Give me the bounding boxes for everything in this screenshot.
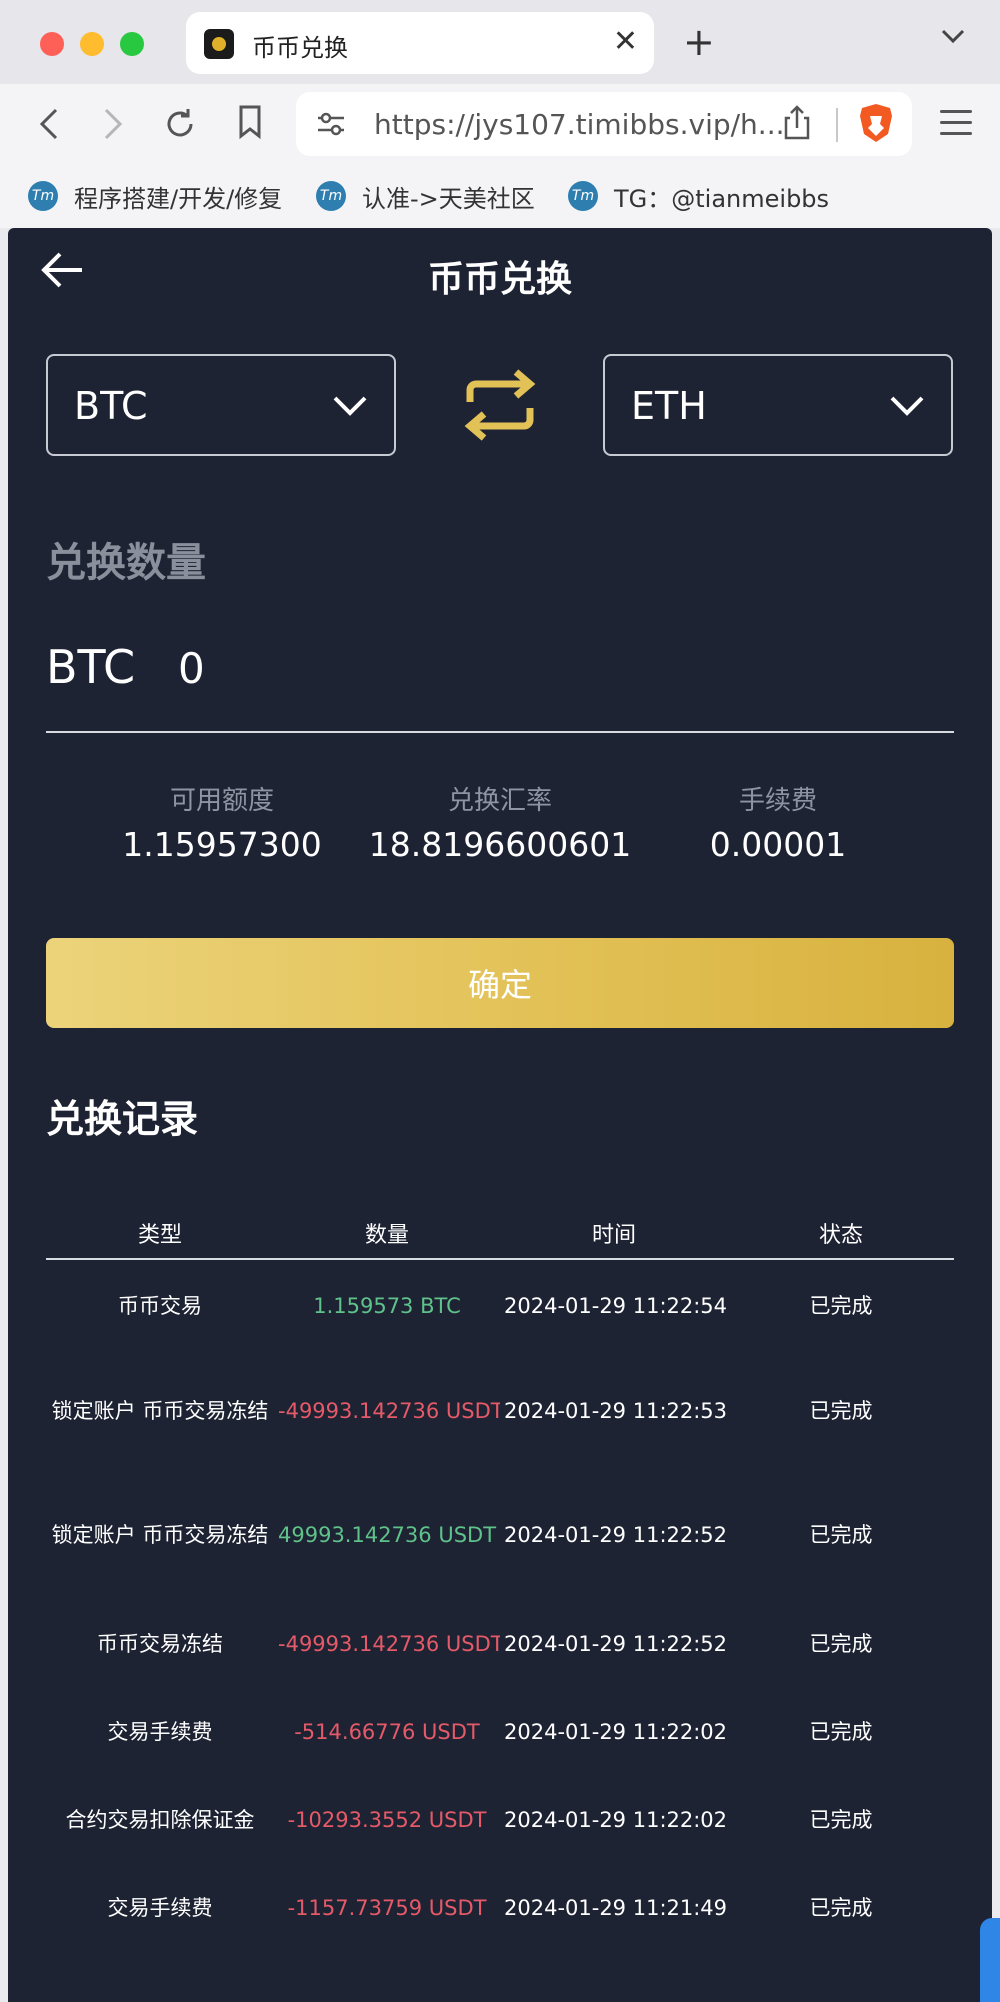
- site-favicon-icon: [204, 29, 234, 59]
- bookmark-item[interactable]: Tm 认准->天美社区: [316, 178, 535, 214]
- available-balance: 可用额度 1.15957300: [72, 780, 372, 864]
- table-row: 锁定账户 币币交易冻结 -49993.142736 USDT 2024-01-2…: [46, 1352, 954, 1470]
- table-row: 合约交易扣除保证金 -10293.3552 USDT 2024-01-29 11…: [46, 1776, 954, 1864]
- exchange-rate: 兑换汇率 18.8196600601: [350, 780, 650, 864]
- record-type: 合约交易扣除保证金: [65, 1808, 255, 1832]
- bookmark-favicon-icon: Tm: [316, 181, 346, 211]
- stat-label: 可用额度: [169, 786, 274, 816]
- record-type: 币币交易: [118, 1294, 202, 1318]
- brave-shields-icon[interactable]: [858, 102, 894, 144]
- from-currency-value: BTC: [74, 384, 148, 428]
- browser-titlebar: 币币兑换 ✕ +: [0, 0, 1000, 84]
- close-window-button[interactable]: [40, 32, 64, 56]
- record-status: 已完成: [809, 1720, 873, 1744]
- to-currency-select[interactable]: ETH: [603, 354, 953, 456]
- share-icon[interactable]: [782, 104, 812, 142]
- record-status: 已完成: [809, 1632, 873, 1656]
- forward-chevron-icon[interactable]: [98, 104, 128, 144]
- record-type: 交易手续费: [107, 1720, 213, 1744]
- stat-value: 0.00001: [709, 825, 847, 864]
- chevron-down-icon: [333, 396, 367, 416]
- table-row: 锁定账户 币币交易冻结 49993.142736 USDT 2024-01-29…: [46, 1470, 954, 1600]
- record-time: 2024-01-29 11:22:54: [504, 1294, 728, 1318]
- bookmark-favicon-icon: Tm: [568, 181, 598, 211]
- browser-toolbar: https://jys107.timibbs.vip/h...: [0, 84, 1000, 164]
- column-header: 状态: [818, 1223, 863, 1248]
- bookmark-label: 程序搭建/开发/修复: [74, 184, 283, 213]
- records-title: 兑换记录: [46, 1097, 199, 1141]
- tab-title: 币币兑换: [252, 34, 348, 62]
- stat-label: 兑换汇率: [447, 786, 552, 816]
- records-table: 类型 数量 时间 状态 币币交易 1.159573 BTC 2024-01-29…: [46, 1208, 954, 1952]
- bookmark-label: TG：@tianmeibbs: [614, 184, 830, 213]
- record-type: 锁定账户 币币交易冻结: [51, 1399, 269, 1423]
- address-bar[interactable]: https://jys107.timibbs.vip/h...: [296, 92, 912, 156]
- amount-input[interactable]: [178, 638, 678, 698]
- reload-icon[interactable]: [162, 106, 198, 142]
- page-title: 币币兑换: [427, 259, 572, 300]
- record-time: 2024-01-29 11:21:49: [504, 1896, 728, 1920]
- bookmark-label: 认准->天美社区: [362, 184, 535, 213]
- to-currency-value: ETH: [631, 384, 707, 428]
- table-row: 币币交易冻结 -49993.142736 USDT 2024-01-29 11:…: [46, 1600, 954, 1688]
- column-header: 类型: [137, 1223, 182, 1248]
- record-time: 2024-01-29 11:22:52: [504, 1632, 728, 1656]
- record-type: 币币交易冻结: [97, 1632, 223, 1656]
- record-time: 2024-01-29 11:22:02: [504, 1808, 728, 1832]
- column-header: 时间: [591, 1223, 636, 1248]
- swap-currencies-icon[interactable]: [458, 364, 542, 446]
- record-time: 2024-01-29 11:22:53: [504, 1399, 728, 1423]
- record-status: 已完成: [809, 1399, 873, 1423]
- zoom-window-button[interactable]: [120, 32, 144, 56]
- record-status: 已完成: [809, 1808, 873, 1832]
- new-tab-plus-icon[interactable]: +: [683, 20, 715, 64]
- record-status: 已完成: [809, 1523, 873, 1547]
- menu-hamburger-icon[interactable]: [940, 110, 972, 136]
- record-type: 交易手续费: [107, 1896, 213, 1920]
- column-header: 数量: [364, 1223, 409, 1248]
- record-amount: 49993.142736 USDT: [278, 1523, 497, 1547]
- record-status: 已完成: [809, 1294, 873, 1318]
- back-chevron-icon[interactable]: [34, 104, 64, 144]
- amount-label: 兑换数量: [46, 540, 206, 586]
- chevron-down-icon: [890, 396, 924, 416]
- address-bar-divider: [836, 108, 838, 142]
- record-time: 2024-01-29 11:22:02: [504, 1720, 728, 1744]
- record-type: 锁定账户 币币交易冻结: [51, 1523, 269, 1547]
- table-row: 交易手续费 -1157.73759 USDT 2024-01-29 11:21:…: [46, 1864, 954, 1952]
- minimize-window-button[interactable]: [80, 32, 104, 56]
- stat-label: 手续费: [738, 786, 817, 816]
- table-row: 币币交易 1.159573 BTC 2024-01-29 11:22:54 已完…: [46, 1260, 954, 1352]
- record-amount: -10293.3552 USDT: [287, 1808, 487, 1832]
- stat-value: 18.8196600601: [368, 825, 632, 864]
- bookmark-item[interactable]: Tm TG：@tianmeibbs: [568, 178, 829, 214]
- fee: 手续费 0.00001: [628, 780, 928, 864]
- record-time: 2024-01-29 11:22:52: [504, 1523, 728, 1547]
- tab-close-icon[interactable]: ✕: [613, 24, 638, 60]
- exchange-page: 币币兑换 BTC ETH 兑换数量 BTC 可用额度 1.15957300 兑换…: [8, 228, 992, 2002]
- record-amount: -514.66776 USDT: [294, 1720, 480, 1744]
- bookmark-icon[interactable]: [236, 104, 264, 140]
- tab-list-chevron-down-icon[interactable]: [940, 26, 966, 46]
- site-settings-icon[interactable]: [316, 110, 346, 138]
- record-amount: -1157.73759 USDT: [287, 1896, 487, 1920]
- record-amount: -49993.142736 USDT: [278, 1399, 500, 1423]
- record-amount: 1.159573 BTC: [313, 1294, 461, 1318]
- table-row: 交易手续费 -514.66776 USDT 2024-01-29 11:22:0…: [46, 1688, 954, 1776]
- url-text[interactable]: https://jys107.timibbs.vip/h...: [374, 108, 785, 141]
- record-amount: -49993.142736 USDT: [278, 1632, 500, 1656]
- stat-value: 1.15957300: [122, 825, 322, 864]
- bookmark-item[interactable]: Tm 程序搭建/开发/修复: [28, 178, 282, 214]
- bookmarks-bar: Tm 程序搭建/开发/修复 Tm 认准->天美社区 Tm TG：@tianmei…: [0, 164, 1000, 228]
- confirm-button[interactable]: 确定: [46, 938, 954, 1028]
- from-currency-select[interactable]: BTC: [46, 354, 396, 456]
- table-header: 类型 数量 时间 状态: [46, 1208, 954, 1260]
- floating-side-tab[interactable]: [980, 1918, 1000, 2002]
- browser-tab-active[interactable]: 币币兑换 ✕: [186, 12, 654, 74]
- amount-currency: BTC: [46, 640, 136, 694]
- amount-underline: [46, 731, 954, 733]
- record-status: 已完成: [809, 1896, 873, 1920]
- bookmark-favicon-icon: Tm: [28, 181, 58, 211]
